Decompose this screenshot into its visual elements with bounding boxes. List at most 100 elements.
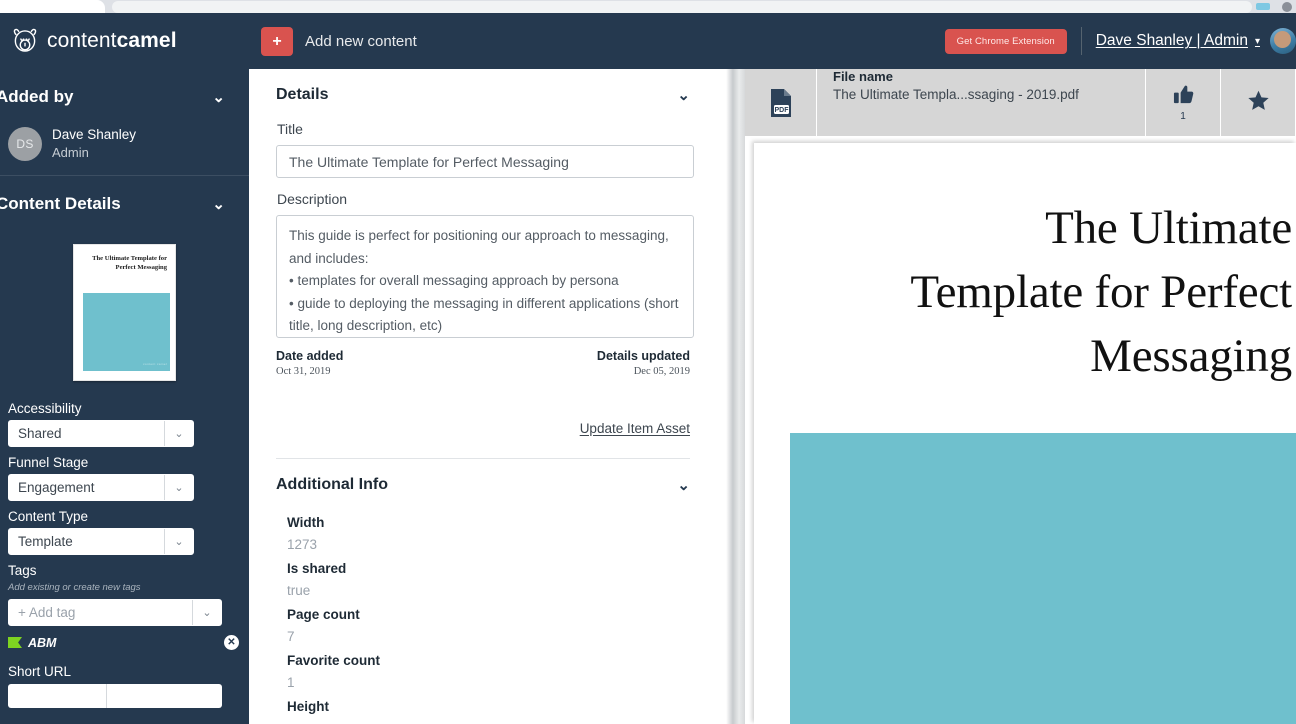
document-title-line-1: The Ultimate	[1045, 202, 1292, 254]
thumbs-up-icon	[1173, 84, 1194, 110]
camel-head-icon	[10, 27, 40, 55]
chevron-down-icon[interactable]: ⌄	[212, 88, 225, 106]
description-field-label: Description	[277, 191, 348, 207]
document-title-line-3: Messaging	[1090, 330, 1292, 382]
chevron-down-icon[interactable]: ⌄	[677, 86, 690, 104]
brand-logo[interactable]: contentcamel	[0, 13, 255, 69]
browser-extension-icon[interactable]	[1256, 3, 1270, 10]
accessibility-label: Accessibility	[8, 401, 82, 416]
accessibility-field: Accessibility Shared ⌄	[0, 401, 249, 447]
details-updated: Details updated Dec 05, 2019	[483, 349, 690, 377]
details-title: Details	[276, 86, 329, 103]
thumbnail-color-block	[83, 293, 170, 371]
chevron-down-icon[interactable]: ⌄	[164, 529, 193, 554]
content-type-field: Content Type Template ⌄	[0, 509, 249, 555]
info-row: Width 1273	[276, 511, 690, 556]
tags-field: Tags Add existing or create new tags + A…	[0, 563, 249, 626]
brand-wordmark-bold: camel	[116, 29, 177, 52]
user-menu-label: Dave Shanley | Admin	[1095, 32, 1248, 49]
document-preview[interactable]: The Ultimate Template for Perfect Messag…	[754, 143, 1296, 724]
favorite-button[interactable]	[1221, 69, 1296, 136]
browser-chrome	[0, 0, 1296, 13]
get-chrome-extension-button[interactable]: Get Chrome Extension	[944, 28, 1067, 54]
sidebar-section-content-details[interactable]: Content Details ⌄	[0, 176, 237, 231]
details-panel: Details ⌄ Title Description Date added O…	[249, 69, 718, 724]
add-tag-select[interactable]: + Add tag ⌄	[8, 599, 222, 626]
details-updated-label: Details updated	[596, 349, 690, 363]
info-key: Page count	[287, 607, 360, 622]
content-type-select[interactable]: Template ⌄	[8, 528, 194, 555]
add-new-content-button[interactable]: +	[261, 26, 293, 56]
tags-hint: Add existing or create new tags	[8, 582, 141, 593]
info-row: Is shared true	[276, 557, 690, 602]
details-section-header[interactable]: Details ⌄	[276, 69, 690, 121]
browser-tab[interactable]	[0, 0, 105, 13]
date-added-value: Oct 31, 2019	[276, 366, 331, 377]
add-tag-placeholder: + Add tag	[18, 605, 76, 620]
document-title-line-2: Template for Perfect	[910, 266, 1292, 318]
file-name-cell: File name The Ultimate Templa...ssaging …	[817, 69, 1146, 136]
like-button[interactable]: 1	[1146, 69, 1221, 136]
update-item-asset-link[interactable]: Update Item Asset	[580, 421, 690, 436]
accessibility-select[interactable]: Shared ⌄	[8, 420, 194, 447]
svg-text:PDF: PDF	[774, 107, 789, 114]
sidebar: Added by ⌄ DS Dave Shanley Admin Content…	[0, 69, 249, 724]
chevron-down-icon[interactable]: ⌄	[192, 600, 221, 625]
like-count: 1	[1180, 110, 1186, 122]
info-value: 7	[287, 629, 295, 644]
funnel-stage-value: Engagement	[18, 480, 95, 495]
preview-gutter	[718, 69, 745, 724]
date-added: Date added Oct 31, 2019	[276, 349, 483, 377]
content-thumbnail[interactable]: The Ultimate Template for Perfect Messag…	[0, 231, 249, 393]
info-value: 1273	[287, 537, 318, 552]
file-name-label: File name	[833, 69, 893, 84]
info-key: Width	[287, 515, 325, 530]
user-menu[interactable]: Dave Shanley | Admin ▾	[1096, 32, 1260, 50]
details-meta-row: Date added Oct 31, 2019 Details updated …	[276, 349, 690, 377]
info-value: 1	[287, 675, 295, 690]
avatar-initials: DS	[8, 126, 42, 161]
add-new-content-label[interactable]: Add new content	[305, 33, 417, 50]
sidebar-section-added-by[interactable]: Added by ⌄	[0, 69, 237, 124]
update-item-asset-row: Update Item Asset	[249, 377, 718, 438]
add-new-content[interactable]: + Add new content	[261, 26, 417, 56]
info-value: true	[287, 583, 311, 598]
chevron-down-icon[interactable]: ⌄	[164, 421, 193, 446]
chevron-down-icon[interactable]: ⌄	[212, 195, 225, 213]
description-textarea[interactable]	[276, 215, 694, 338]
info-row: Height	[276, 695, 690, 718]
info-key: Favorite count	[287, 653, 381, 668]
short-url-label: Short URL	[8, 664, 72, 679]
content-type-value: Template	[18, 534, 73, 549]
star-icon	[1247, 89, 1270, 117]
accessibility-value: Shared	[18, 426, 62, 441]
funnel-stage-label: Funnel Stage	[8, 455, 89, 470]
app-root: contentcamel + Add new content Get Chrom…	[0, 0, 1296, 724]
browser-address-bar[interactable]	[112, 1, 1252, 13]
avatar[interactable]	[1270, 28, 1296, 54]
additional-info-title: Additional Info	[276, 476, 388, 493]
brand-wordmark-light: content	[47, 29, 117, 52]
info-key: Is shared	[287, 561, 347, 576]
chevron-down-icon[interactable]: ⌄	[677, 476, 690, 494]
chevron-down-icon[interactable]: ⌄	[164, 475, 193, 500]
short-url-divider	[106, 684, 107, 708]
short-url-input[interactable]	[8, 684, 222, 708]
additional-info-section-header[interactable]: Additional Info ⌄	[276, 459, 690, 511]
pdf-file-icon: PDF	[768, 88, 794, 118]
date-added-label: Date added	[276, 349, 344, 363]
info-key: Height	[287, 699, 329, 714]
added-by-role: Admin	[52, 145, 89, 160]
browser-profile-avatar[interactable]	[1282, 2, 1292, 12]
added-by-title: Added by	[0, 86, 74, 106]
thumbnail-title: The Ultimate Template for Perfect Messag…	[92, 255, 167, 271]
content-details-title: Content Details	[0, 193, 121, 213]
tags-label: Tags	[8, 563, 37, 578]
document-title: The Ultimate Template for Perfect Messag…	[754, 143, 1296, 388]
title-input[interactable]	[276, 145, 694, 178]
chevron-down-icon: ▾	[1254, 35, 1260, 47]
funnel-stage-field: Funnel Stage Engagement ⌄	[0, 455, 249, 501]
funnel-stage-select[interactable]: Engagement ⌄	[8, 474, 194, 501]
tag-name: ABM	[28, 635, 57, 650]
remove-tag-icon[interactable]: ✕	[224, 635, 239, 650]
